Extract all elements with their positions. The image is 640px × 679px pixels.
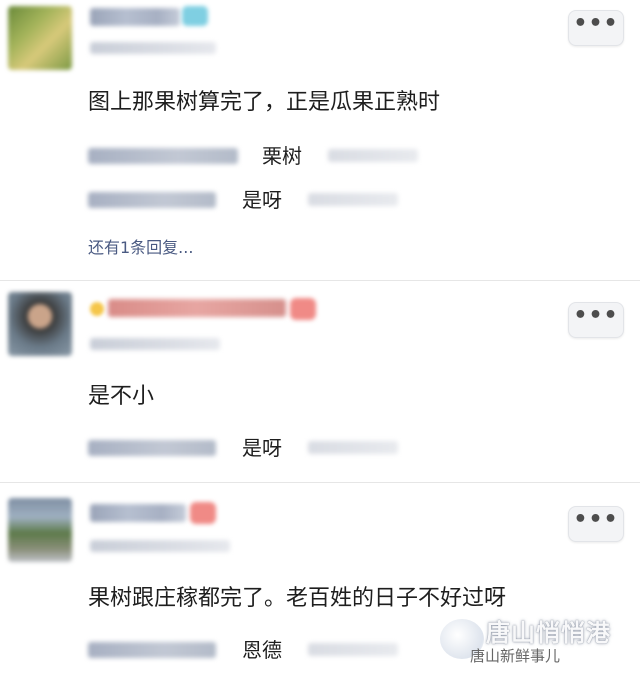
reply-timestamp-blurred <box>328 149 418 162</box>
comment-timestamp-blurred <box>90 338 220 350</box>
comment-text: 图上那果树算完了，正是瓜果正熟时 <box>88 90 441 115</box>
username-blurred[interactable] <box>108 299 286 317</box>
comment-divider <box>0 280 640 281</box>
reply-username-blurred[interactable] <box>88 642 216 658</box>
more-options-button[interactable]: ••• <box>568 302 624 338</box>
comment-divider <box>0 482 640 483</box>
user-avatar[interactable] <box>8 6 72 70</box>
more-options-button[interactable]: ••• <box>568 10 624 46</box>
comment-text: 是不小 <box>88 384 155 409</box>
comment-1: ••• 图上那果树算完了，正是瓜果正熟时 栗树 是呀 还有1条回复... <box>0 0 640 278</box>
comment-timestamp-blurred <box>90 42 216 54</box>
user-badge <box>190 502 216 524</box>
reply-text: 栗树 <box>262 144 302 168</box>
reply-timestamp-blurred <box>308 643 398 656</box>
comment-text: 果树跟庄稼都完了。老百姓的日子不好过呀 <box>88 586 507 611</box>
username-blurred[interactable] <box>90 504 186 522</box>
reply-username-blurred[interactable] <box>88 192 216 208</box>
comment-timestamp-blurred <box>90 540 230 552</box>
reply-row[interactable]: 栗树 <box>88 140 568 170</box>
watermark-title: 唐山悄悄港 <box>486 619 611 647</box>
user-level-badge <box>90 302 104 316</box>
watermark: 唐山悄悄港 唐山新鲜事儿 <box>430 611 630 669</box>
reply-row[interactable]: 是呀 <box>88 184 568 214</box>
reply-row[interactable]: 是呀 <box>88 432 568 462</box>
more-options-label: ••• <box>573 11 619 36</box>
reply-text: 是呀 <box>242 188 282 212</box>
user-badge <box>182 6 208 26</box>
user-avatar[interactable] <box>8 292 72 356</box>
comment-2: ••• 是不小 是呀 <box>0 282 640 482</box>
more-replies-link[interactable]: 还有1条回复... <box>88 234 193 258</box>
reply-text: 恩德 <box>242 638 282 662</box>
reply-username-blurred[interactable] <box>88 440 216 456</box>
watermark-subtitle: 唐山新鲜事儿 <box>470 647 561 665</box>
reply-timestamp-blurred <box>308 441 398 454</box>
reply-text: 是呀 <box>242 436 282 460</box>
user-badge <box>290 298 316 320</box>
more-options-label: ••• <box>573 303 619 328</box>
username-blurred[interactable] <box>90 8 180 26</box>
more-options-label: ••• <box>573 507 619 532</box>
more-options-button[interactable]: ••• <box>568 506 624 542</box>
user-avatar[interactable] <box>8 498 72 562</box>
reply-username-blurred[interactable] <box>88 148 238 164</box>
reply-timestamp-blurred <box>308 193 398 206</box>
